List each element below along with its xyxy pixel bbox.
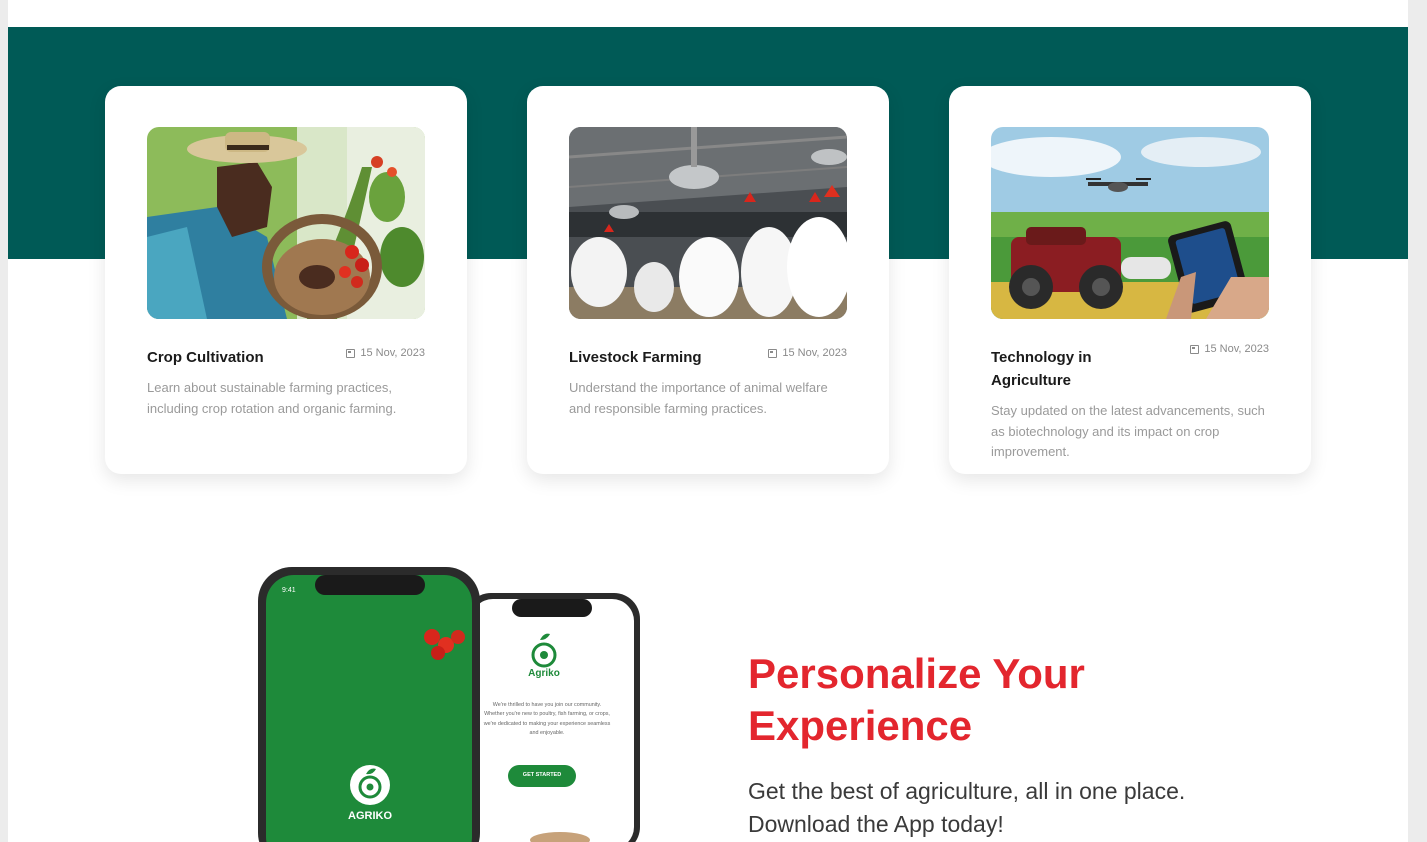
article-card-technology[interactable]: Technology in Agriculture 15 Nov, 2023 S… <box>949 86 1311 474</box>
calendar-icon <box>768 348 778 358</box>
phone-back-welcome-text: We're thrilled to have you join our comm… <box>483 702 611 736</box>
article-card-crop-cultivation[interactable]: Crop Cultivation 15 Nov, 2023 Learn abou… <box>105 86 467 474</box>
promo-subtext: Get the best of agriculture, all in one … <box>748 778 1186 837</box>
farmer-tomatoes-image <box>147 127 425 319</box>
article-date: 15 Nov, 2023 <box>768 347 847 359</box>
article-date: 15 Nov, 2023 <box>346 347 425 359</box>
page: Crop Cultivation 15 Nov, 2023 Learn abou… <box>8 0 1408 842</box>
promo-heading: Personalize Your Experience <box>748 650 1085 749</box>
chickens-barn-image <box>569 127 847 319</box>
get-started-button[interactable]: GET STARTED <box>508 772 576 778</box>
calendar-icon <box>346 348 356 358</box>
article-date: 15 Nov, 2023 <box>1190 343 1269 355</box>
article-title[interactable]: Livestock Farming <box>569 346 749 369</box>
phone-front-time: 9:41 <box>282 587 296 594</box>
article-title[interactable]: Crop Cultivation <box>147 346 327 369</box>
article-title[interactable]: Technology in Agriculture <box>991 346 1171 392</box>
drone-tractor-image <box>991 127 1269 319</box>
phone-front-brand: AGRIKO <box>348 810 392 822</box>
article-description: Understand the importance of animal welf… <box>569 380 828 416</box>
article-date-text: 15 Nov, 2023 <box>360 347 425 359</box>
article-description: Learn about sustainable farming practice… <box>147 380 397 416</box>
phone-back-brand: Agriko <box>528 668 560 679</box>
calendar-icon <box>1190 344 1200 354</box>
article-card-livestock-farming[interactable]: Livestock Farming 15 Nov, 2023 Understan… <box>527 86 889 474</box>
article-date-text: 15 Nov, 2023 <box>782 347 847 359</box>
article-date-text: 15 Nov, 2023 <box>1204 343 1269 355</box>
article-description: Stay updated on the latest advancements,… <box>991 403 1265 459</box>
app-phones-mockup: 9:41 AGRIKO Agriko We're thrilled to hav… <box>250 565 650 842</box>
